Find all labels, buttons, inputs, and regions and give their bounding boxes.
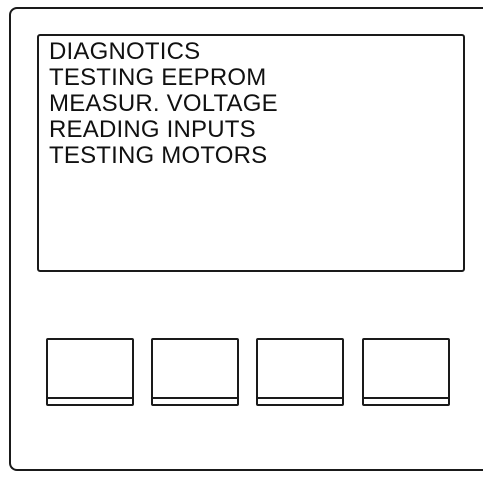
soft-button-2[interactable] (151, 338, 239, 406)
display-line-inputs: READING INPUTS (49, 116, 256, 143)
soft-button-4[interactable] (362, 338, 450, 406)
button-ledge (153, 397, 237, 399)
soft-button-3[interactable] (256, 338, 344, 406)
display-line-eeprom: TESTING EEPROM (49, 64, 267, 91)
button-ledge (258, 397, 342, 399)
display-line-motors: TESTING MOTORS (49, 142, 268, 169)
button-ledge (48, 397, 132, 399)
display-line-diagnostics: DIAGNOTICS (49, 38, 201, 65)
soft-button-1[interactable] (46, 338, 134, 406)
display-line-voltage: MEASUR. VOLTAGE (49, 90, 278, 117)
lcd-display: DIAGNOTICS TESTING EEPROM MEASUR. VOLTAG… (37, 34, 465, 272)
button-ledge (364, 397, 448, 399)
